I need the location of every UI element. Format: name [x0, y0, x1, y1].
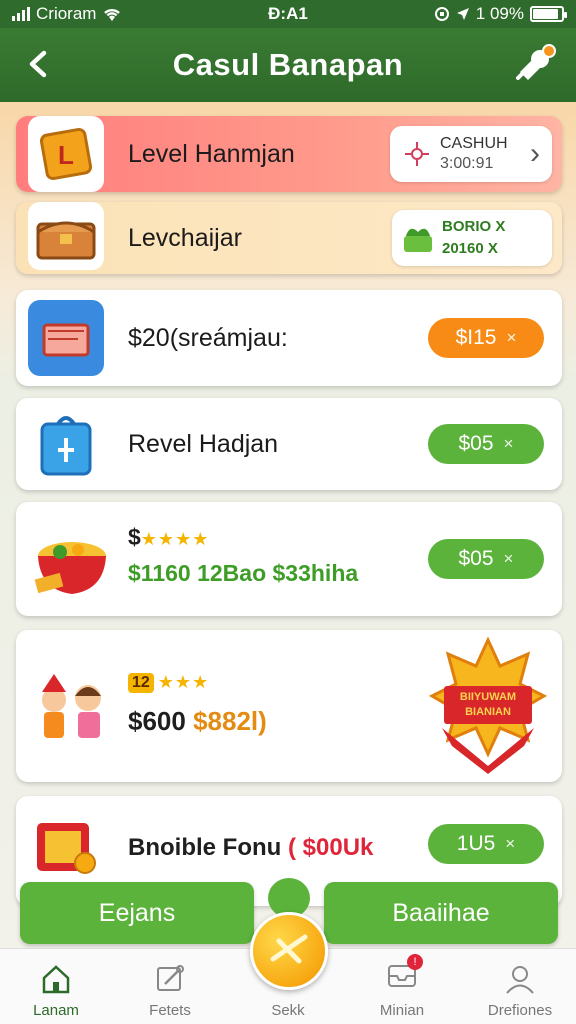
card-label: Revel Hadjan — [128, 429, 279, 458]
battery-percent: 1 09% — [475, 4, 524, 23]
reward-card-level[interactable]: L Level Hanmjan CASHUH 3:00:91 › — [16, 116, 562, 192]
bonus-label: Bnoible Fonu ( $00Uk — [128, 834, 373, 862]
status-left: Crioram — [12, 4, 122, 24]
close-icon: × — [503, 549, 514, 568]
tab-label: Lanam — [33, 1002, 79, 1019]
location-icon — [456, 8, 469, 20]
tab-edit[interactable]: Fetets — [120, 949, 220, 1024]
claim-button[interactable]: $05 × — [428, 539, 544, 579]
gift-basket-icon — [404, 228, 432, 252]
notification-button[interactable] — [514, 42, 558, 86]
shopping-bag-icon — [28, 406, 104, 482]
home-icon — [42, 965, 70, 994]
card-label: Level Hanmjan — [128, 139, 295, 168]
claim-amount: $05 — [458, 432, 494, 455]
close-icon: × — [506, 328, 517, 347]
center-coin-button[interactable] — [250, 912, 328, 990]
close-icon: × — [503, 434, 514, 453]
award-badge[interactable]: BIIYUWAM BIANIAN — [428, 636, 548, 776]
reward-card-coupon[interactable]: $20(sreámjau: $I15 × — [16, 290, 562, 386]
tab-profile[interactable]: Drefiones — [470, 949, 570, 1024]
status-bar: Crioram Đ:A1 1 09% — [0, 0, 576, 28]
card-label: $20(sreámjau: — [128, 323, 288, 352]
timer-value: 3:00:91 — [440, 155, 494, 172]
claim-amount: $05 — [458, 547, 494, 570]
plane-icon — [270, 934, 308, 964]
tab-label: Sekk — [271, 1002, 305, 1019]
status-right: 1 09% — [434, 4, 567, 24]
claim-button[interactable]: 1U5 × — [428, 824, 544, 864]
rating-row: $★★★★ — [128, 524, 209, 551]
card-label: Levchaijar — [128, 223, 242, 252]
claim-button[interactable]: $05 × — [428, 424, 544, 464]
claim-amount: $I15 — [455, 326, 497, 349]
right-action-button[interactable]: Baaiihae — [324, 882, 558, 944]
wifi-icon — [104, 8, 121, 21]
reward-card-friends[interactable]: 12 ★★★ $600 $882l) BIIYUWAM BIANIAN — [16, 630, 562, 782]
inbox-icon-wrap: ! — [385, 954, 423, 1002]
gift-box-icon — [28, 806, 104, 882]
notification-dot — [542, 44, 556, 58]
bonus-amount: ( $00Uk — [287, 834, 374, 861]
tab-label: Minian — [379, 1002, 425, 1019]
star-rating: ★★★ — [157, 672, 210, 692]
reward-card-bag[interactable]: Revel Hadjan $05 × — [16, 398, 562, 490]
reward-card-chest[interactable]: Levchaijar BORIO X 20160 X — [16, 202, 562, 274]
tab-label: Fetets — [149, 1002, 191, 1019]
count-badge: 12 — [128, 672, 154, 693]
inbox-badge: ! — [407, 954, 423, 970]
chevron-left-icon — [29, 50, 47, 78]
tab-home[interactable]: Lanam — [6, 949, 106, 1024]
bonus-line-1: BORIO X — [442, 218, 506, 235]
user-icon — [506, 966, 534, 994]
flower-icon — [405, 142, 429, 166]
close-icon: × — [505, 834, 516, 853]
rewards-panel: L Level Hanmjan CASHUH 3:00:91 › Levchai… — [0, 102, 576, 982]
left-action-button[interactable]: Eejans — [20, 882, 254, 944]
svg-text:L: L — [58, 140, 74, 170]
tab-label: Drefiones — [487, 1002, 553, 1019]
reward-values: $1160 12Bao $33hiha — [128, 560, 359, 586]
kids-illustration-icon — [24, 660, 120, 756]
bonus-title: Bnoible Fonu — [128, 834, 282, 861]
badge-row: 12 ★★★ — [128, 672, 209, 693]
tab-inbox[interactable]: ! Minian — [352, 949, 452, 1024]
page-title: Casul Banapan — [172, 47, 404, 82]
rotation-lock-icon — [434, 7, 449, 21]
timer-chip[interactable]: CASHUH 3:00:91 › — [390, 126, 552, 182]
coupon-box-icon — [28, 300, 104, 376]
claim-amount: 1U5 — [456, 832, 496, 855]
back-button[interactable] — [18, 44, 58, 84]
bonus-line-2: 20160 X — [442, 240, 498, 257]
reward-card-pot[interactable]: $★★★★ $1160 12Bao $33hiha $05 × — [16, 502, 562, 616]
amount-row: $600 $882l) — [128, 706, 267, 737]
amount-secondary: $882l) — [193, 706, 267, 736]
amount-primary: $600 — [128, 706, 186, 736]
coin-pot-icon — [26, 518, 114, 602]
edit-icon — [157, 965, 184, 991]
treasure-chest-icon — [28, 202, 104, 270]
bonus-chip[interactable]: BORIO X 20160 X — [392, 210, 552, 266]
award-line-2: BIANIAN — [465, 706, 511, 718]
claim-button[interactable]: $I15 × — [428, 318, 544, 358]
carrier-name: Crioram — [36, 4, 97, 23]
golden-tile-icon: L — [28, 116, 104, 192]
app-header: Casul Banapan — [0, 28, 576, 102]
award-line-1: BIIYUWAM — [459, 691, 517, 703]
rating-prefix: $ — [128, 524, 141, 550]
star-rating: ★★★★ — [140, 529, 210, 549]
chevron-right-icon: › — [530, 137, 540, 170]
battery-icon — [530, 6, 567, 22]
timer-title: CASHUH — [440, 135, 508, 152]
signal-icon — [12, 7, 30, 21]
